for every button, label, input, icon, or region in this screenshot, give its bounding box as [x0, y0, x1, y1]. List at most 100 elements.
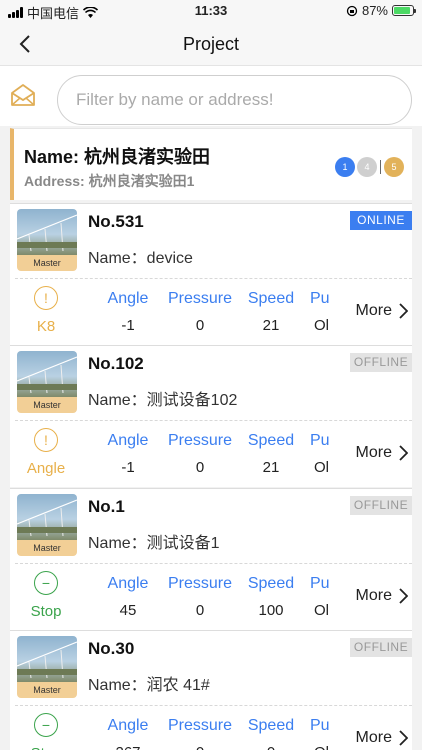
- master-label: Master: [17, 540, 77, 556]
- device-state: Angle: [26, 460, 66, 477]
- device-number: No.1: [88, 497, 125, 516]
- pump-value: Ol: [314, 459, 329, 476]
- more-label: More: [355, 729, 392, 746]
- project-address: Address: 杭州良渚实验田1: [24, 173, 195, 189]
- speed-value: 21: [262, 459, 280, 476]
- badge-orange: 5: [384, 157, 404, 177]
- divider: [15, 563, 412, 564]
- device-photo: [17, 351, 77, 397]
- more-label: More: [355, 302, 392, 319]
- more-label: More: [355, 444, 392, 461]
- rotation-lock-icon: [346, 5, 358, 16]
- divider: [15, 420, 412, 421]
- device-card[interactable]: Master No.102 Name：测试设备102 OFFLINE! Angle Ang…: [10, 345, 412, 487]
- angle-header: Angle: [107, 290, 149, 307]
- chevron-right-icon: [399, 445, 408, 461]
- status-badge: OFFLINE: [350, 353, 412, 372]
- stop-icon: −: [34, 713, 58, 737]
- device-state: K8: [36, 318, 56, 335]
- stop-icon: −: [34, 571, 58, 595]
- speed-header: Speed: [247, 575, 295, 592]
- device-name: Name：device: [88, 250, 193, 267]
- pump-column: Pu Ol: [310, 426, 334, 486]
- device-state: Stop: [10, 745, 82, 750]
- status-bar: 中国电信 11:33 87%: [0, 0, 422, 22]
- chevron-right-icon: [399, 588, 408, 604]
- chevron-left-icon: [19, 35, 30, 53]
- device-thumbnail: Master: [17, 636, 77, 698]
- pump-header: Pu: [310, 575, 330, 592]
- pump-header: Pu: [310, 717, 330, 734]
- pressure-value: 0: [195, 317, 205, 334]
- project-name: Name: 杭州良渚实验田: [24, 147, 211, 167]
- device-number: No.531: [88, 212, 144, 231]
- speed-header: Speed: [247, 290, 295, 307]
- device-name: Name：润农 41#: [88, 677, 210, 694]
- device-photo: [17, 209, 77, 255]
- speed-value: 0: [241, 744, 301, 750]
- search-input[interactable]: [57, 75, 412, 125]
- back-button[interactable]: [12, 30, 38, 58]
- angle-value: -1: [121, 459, 135, 476]
- device-state: Stop: [30, 603, 62, 620]
- alert-icon: !: [34, 286, 58, 310]
- angle-header: Angle: [107, 717, 149, 734]
- device-name: Name：测试设备1: [88, 535, 220, 552]
- device-thumbnail: Master: [17, 494, 77, 556]
- project-badges: 1 4 5: [335, 157, 404, 177]
- device-photo: [17, 636, 77, 682]
- status-right: 87%: [346, 3, 416, 18]
- master-label: Master: [17, 682, 77, 698]
- speed-value: 100: [258, 602, 284, 619]
- master-label: Master: [17, 397, 77, 413]
- speed-header: Speed: [247, 717, 295, 734]
- more-button[interactable]: More: [356, 444, 408, 462]
- pump-column: Pu Ol: [310, 711, 334, 750]
- battery-percent: 87%: [361, 3, 388, 18]
- badge-grey: 4: [357, 157, 377, 177]
- device-name: Name：测试设备102: [88, 392, 238, 409]
- speed-header: Speed: [247, 432, 295, 449]
- device-card[interactable]: Master No.1 Name：测试设备1 OFFLINE − Stop Angle 45 P…: [10, 488, 412, 630]
- more-label: More: [355, 587, 392, 604]
- status-badge: OFFLINE: [350, 638, 412, 657]
- page-title: Project: [182, 34, 240, 54]
- more-button[interactable]: More: [356, 729, 408, 747]
- angle-value: 45: [119, 602, 137, 619]
- device-thumbnail: Master: [17, 351, 77, 413]
- pump-column: Pu Ol: [310, 569, 334, 629]
- device-photo: [17, 494, 77, 540]
- nav-bar: Project: [0, 22, 422, 66]
- status-badge: ONLINE: [350, 211, 412, 230]
- master-label: Master: [17, 255, 77, 271]
- chevron-right-icon: [399, 303, 408, 319]
- device-card[interactable]: Master No.30 Name：润农 41# OFFLINE − Stop Angle 2…: [10, 630, 412, 750]
- badge-blue: 1: [335, 157, 355, 177]
- battery-icon: [392, 5, 416, 16]
- pressure-value: 0: [195, 459, 205, 476]
- pump-value: Ol: [314, 602, 329, 619]
- more-button[interactable]: More: [356, 302, 408, 320]
- pressure-value: 0: [160, 744, 240, 750]
- angle-value: -1: [121, 317, 135, 334]
- pressure-header: Pressure: [167, 290, 233, 307]
- alert-icon: !: [34, 428, 58, 452]
- device-number: No.30: [88, 639, 135, 658]
- angle-header: Angle: [107, 575, 149, 592]
- angle-header: Angle: [107, 432, 149, 449]
- speed-value: 21: [262, 317, 280, 334]
- divider: [15, 705, 412, 706]
- device-number: No.102: [88, 354, 144, 373]
- pump-value: Ol: [314, 317, 329, 334]
- pump-header: Pu: [310, 290, 330, 307]
- project-card[interactable]: Name: 杭州良渚实验田 Address: 杭州良渚实验田1 1 4 5: [10, 128, 412, 200]
- pump-value: Ol: [314, 744, 329, 750]
- envelope-icon[interactable]: [10, 82, 36, 108]
- angle-value: 267: [98, 744, 158, 750]
- pressure-header: Pressure: [167, 575, 233, 592]
- device-card[interactable]: Master No.531 Name：device ONLINE! K8 Angle -1 P…: [10, 203, 412, 345]
- pressure-value: 0: [195, 602, 205, 619]
- chevron-right-icon: [399, 730, 408, 746]
- pressure-header: Pressure: [167, 717, 233, 734]
- more-button[interactable]: More: [356, 587, 408, 605]
